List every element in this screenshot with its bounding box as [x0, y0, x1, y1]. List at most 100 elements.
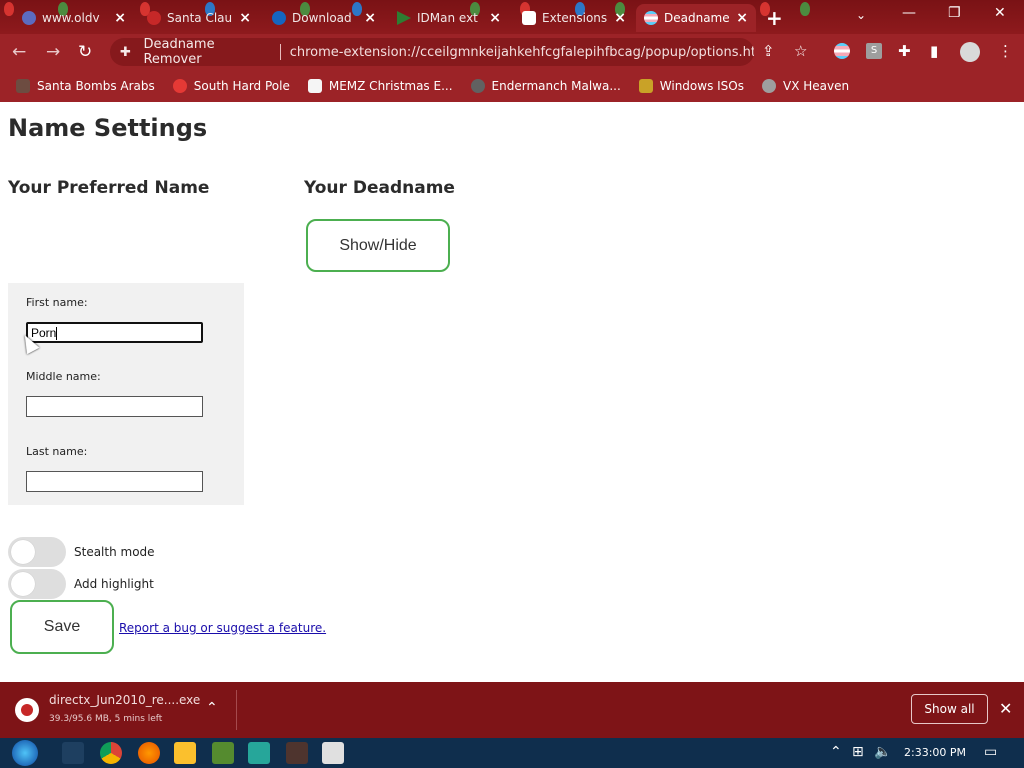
- chevron-up-icon[interactable]: ⌃: [206, 700, 218, 716]
- tab-title: Extensions: [542, 11, 608, 25]
- download-filename[interactable]: directx_Jun2010_re....exe: [49, 693, 200, 707]
- close-shelf-button[interactable]: ✕: [999, 699, 1012, 718]
- app-icon[interactable]: [248, 742, 270, 764]
- bookmark-icon: [470, 79, 485, 93]
- tab-santa-claus[interactable]: Santa Clau ×: [139, 4, 259, 32]
- task-view-icon[interactable]: [62, 742, 84, 764]
- tab-extensions[interactable]: Extensions ×: [514, 4, 634, 32]
- tab-title: www.oldv: [42, 11, 100, 25]
- tab-title: Deadname: [664, 11, 730, 25]
- close-icon[interactable]: ×: [489, 10, 501, 26]
- bookmark-memz[interactable]: MEMZ Christmas E...: [307, 79, 453, 93]
- save-button[interactable]: Save: [10, 600, 114, 654]
- forward-button[interactable]: →: [46, 42, 60, 62]
- bookmark-icon: [638, 79, 653, 93]
- clock[interactable]: 2:33:00 PM: [904, 746, 966, 759]
- toggle-knob: [11, 540, 35, 564]
- close-icon[interactable]: ×: [364, 10, 376, 26]
- light-bulb-decoration: [800, 2, 810, 16]
- network-icon[interactable]: ⊞: [852, 744, 864, 760]
- bookmarks-bar: Santa Bombs Arabs South Hard Pole MEMZ C…: [0, 70, 1024, 102]
- light-bulb-decoration: [4, 2, 14, 16]
- close-icon[interactable]: ×: [614, 10, 626, 26]
- chrome-icon[interactable]: [100, 742, 122, 764]
- puzzle-icon: [522, 11, 536, 25]
- last-name-input[interactable]: [26, 471, 203, 492]
- tab-strip: www.oldv × Santa Clau × Download × IDMan…: [0, 0, 1024, 34]
- bookmark-label: VX Heaven: [783, 79, 850, 93]
- windows-taskbar: ⌃ ⊞ 🔈 2:33:00 PM ▭: [0, 738, 1024, 768]
- file-explorer-icon[interactable]: [174, 742, 196, 764]
- firefox-icon[interactable]: [138, 742, 160, 764]
- close-icon[interactable]: ×: [239, 10, 251, 26]
- profile-avatar-icon[interactable]: [960, 42, 980, 62]
- notepad-icon[interactable]: [322, 742, 344, 764]
- bookmark-vx-heaven[interactable]: VX Heaven: [762, 79, 849, 93]
- preferred-name-form: First name: Porn Middle name: Last name:: [8, 283, 244, 505]
- tab-download[interactable]: Download ×: [264, 4, 384, 32]
- restore-button[interactable]: ❐: [948, 5, 961, 21]
- divider: [236, 690, 237, 730]
- santa-icon: [147, 11, 161, 25]
- first-name-input[interactable]: Porn: [26, 322, 203, 343]
- add-highlight-toggle[interactable]: [8, 569, 66, 599]
- show-all-button[interactable]: Show all: [911, 694, 988, 724]
- notification-icon[interactable]: ▭: [984, 744, 997, 760]
- app-icon[interactable]: [212, 742, 234, 764]
- tab-oldversion[interactable]: www.oldv ×: [14, 4, 134, 32]
- tab-search-button[interactable]: ⌄: [856, 8, 866, 22]
- text-caret: [56, 327, 58, 341]
- bookmark-star-icon[interactable]: ☆: [794, 42, 807, 60]
- minecraft-icon[interactable]: [286, 742, 308, 764]
- stealth-mode-toggle[interactable]: [8, 537, 66, 567]
- deadname-heading: Your Deadname: [304, 178, 455, 198]
- start-orb-icon[interactable]: [12, 740, 38, 766]
- tab-deadname[interactable]: Deadname ×: [636, 4, 756, 32]
- download-progress-icon[interactable]: [15, 698, 39, 722]
- middle-name-input[interactable]: [26, 396, 203, 417]
- new-tab-button[interactable]: +: [766, 6, 783, 30]
- extensions-icon[interactable]: ✚: [898, 42, 911, 60]
- back-button[interactable]: ←: [12, 42, 26, 62]
- deadname-extension-icon[interactable]: [834, 43, 850, 59]
- close-icon[interactable]: ×: [114, 10, 126, 26]
- trans-flag-icon: [644, 11, 658, 25]
- bookmark-south-hard-pole[interactable]: South Hard Pole: [172, 79, 290, 93]
- side-panel-icon[interactable]: ▮: [930, 42, 938, 60]
- first-name-label: First name:: [26, 296, 88, 309]
- first-name-value: Porn: [31, 326, 57, 340]
- download-status: 39.3/95.6 MB, 5 mins left: [49, 714, 163, 724]
- download-site-icon: [272, 11, 286, 25]
- bookmark-icon: [307, 79, 322, 93]
- bookmark-windows-isos[interactable]: Windows ISOs: [638, 79, 744, 93]
- share-icon[interactable]: ⇪: [762, 42, 775, 60]
- url-text[interactable]: chrome-extension://cceilgmnkeijahkehfcgf…: [290, 45, 754, 60]
- tab-title: Download: [292, 11, 352, 25]
- tab-idman[interactable]: IDMan ext ×: [389, 4, 509, 32]
- bookmark-label: MEMZ Christmas E...: [328, 79, 453, 93]
- tab-title: IDMan ext: [417, 11, 478, 25]
- bookmark-icon: [172, 79, 187, 93]
- reload-button[interactable]: ↻: [78, 42, 92, 62]
- extension-puzzle-icon: ✚: [120, 44, 131, 60]
- s-extension-icon[interactable]: S: [866, 43, 882, 59]
- volume-icon[interactable]: 🔈: [874, 744, 891, 760]
- report-bug-link[interactable]: Report a bug or suggest a feature.: [119, 621, 326, 635]
- site-name: Deadname Remover: [143, 37, 215, 67]
- bookmark-icon: [16, 79, 30, 93]
- minimize-button[interactable]: —: [902, 5, 916, 21]
- bookmark-santa-bombs[interactable]: Santa Bombs Arabs: [16, 79, 155, 93]
- idm-arrow-icon: [397, 11, 411, 25]
- middle-name-label: Middle name:: [26, 370, 101, 383]
- divider: [279, 44, 281, 60]
- window-close-button[interactable]: ✕: [994, 5, 1006, 21]
- show-hide-button[interactable]: Show/Hide: [306, 219, 450, 272]
- close-icon[interactable]: ×: [736, 10, 748, 26]
- menu-icon[interactable]: ⋮: [998, 42, 1013, 60]
- toggle-knob: [11, 572, 35, 596]
- preferred-name-heading: Your Preferred Name: [8, 178, 210, 198]
- address-bar[interactable]: ✚ Deadname Remover chrome-extension://cc…: [110, 37, 754, 67]
- globe-icon: [22, 11, 36, 25]
- show-hidden-icons[interactable]: ⌃: [830, 744, 842, 760]
- bookmark-endermanch[interactable]: Endermanch Malwa...: [470, 79, 621, 93]
